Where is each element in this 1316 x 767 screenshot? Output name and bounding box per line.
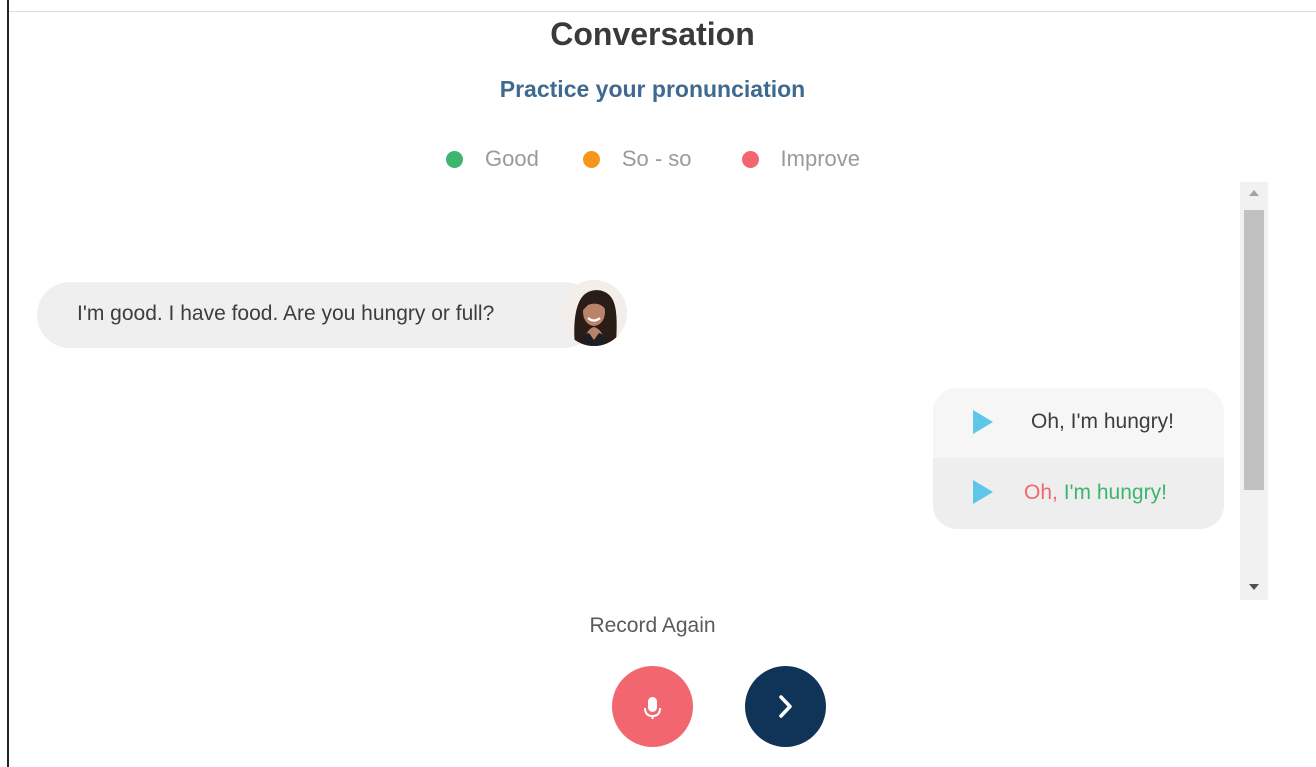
expected-reply-text: Oh, I'm hungry!	[1031, 410, 1174, 433]
legend-label-so-so: So - so	[621, 146, 692, 171]
page-title: Conversation	[550, 16, 755, 52]
expected-reply-row: Oh, I'm hungry!	[933, 388, 1224, 458]
tutor-avatar	[561, 280, 627, 346]
record-again-label: Record Again	[589, 614, 716, 637]
page-subtitle: Practice your pronunciation	[499, 76, 806, 102]
tutor-message-bubble: I'm good. I have food. Are you hungry or…	[37, 282, 597, 348]
recorded-reply-row: Oh, I'm hungry!	[933, 458, 1224, 529]
scroll-down-arrow-icon[interactable]	[1249, 584, 1259, 590]
tutor-portrait-icon	[561, 280, 627, 346]
improve-dot-icon	[741, 150, 759, 168]
chevron-right-icon	[779, 695, 792, 718]
legend-item-so-so: So - so	[582, 146, 692, 172]
pronunciation-legend: Good So - so Improve	[446, 145, 860, 173]
record-button[interactable]	[612, 666, 693, 747]
graded-word-good: I'm hungry!	[1057, 481, 1167, 504]
graded-reply-text: Oh, I'm hungry!	[1024, 481, 1167, 505]
window-top-border	[9, 11, 1316, 12]
next-button[interactable]	[745, 666, 826, 747]
conversation-scroll-area[interactable]: I'm good. I have food. Are you hungry or…	[9, 182, 1239, 600]
legend-item-improve: Improve	[741, 146, 861, 172]
scroll-thumb[interactable]	[1244, 210, 1264, 490]
legend-label-good: Good	[485, 146, 539, 171]
tutor-message-text: I'm good. I have food. Are you hungry or…	[77, 302, 495, 325]
legend-item-good: Good	[446, 146, 539, 172]
user-reply-bubble: Oh, I'm hungry! Oh, I'm hungry!	[933, 388, 1224, 529]
play-recording-icon[interactable]	[973, 480, 993, 504]
so-so-dot-icon	[582, 150, 600, 168]
legend-label-improve: Improve	[780, 146, 861, 171]
play-expected-icon[interactable]	[973, 410, 993, 434]
vertical-scrollbar[interactable]	[1240, 182, 1268, 600]
microphone-icon	[644, 697, 661, 719]
graded-word-improve: Oh,	[1024, 481, 1058, 504]
scroll-up-arrow-icon[interactable]	[1249, 190, 1259, 196]
conversation-screen: Conversation Practice your pronunciation…	[0, 0, 1316, 767]
good-dot-icon	[446, 150, 463, 168]
